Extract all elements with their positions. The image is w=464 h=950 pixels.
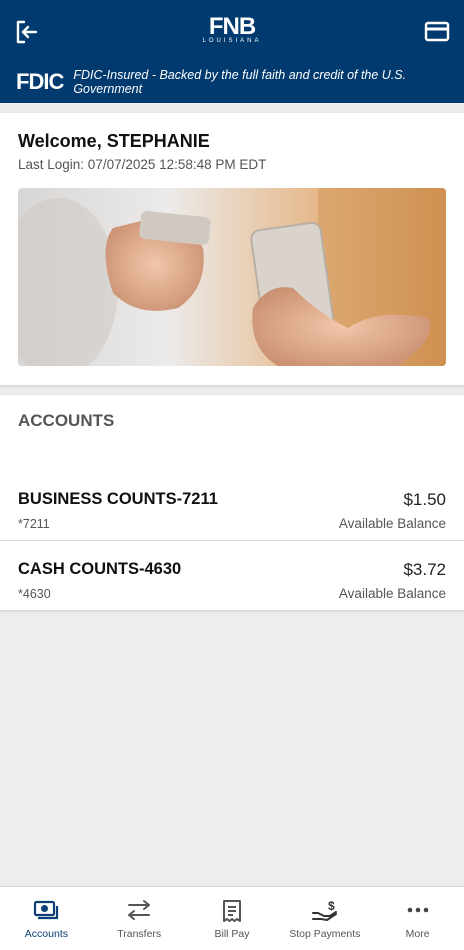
welcome-title: Welcome, STEPHANIE — [18, 131, 210, 151]
fdic-disclaimer: FDIC-Insured - Backed by the full faith … — [73, 68, 407, 96]
account-number: *4630 — [18, 587, 51, 601]
balance-label: Available Balance — [338, 586, 446, 601]
nav-label: Stop Payments — [289, 928, 361, 940]
balance-label: Available Balance — [338, 516, 446, 531]
nav-label: Accounts — [24, 928, 68, 940]
account-name: BUSINESS COUNTS-7211 — [18, 490, 218, 508]
hero-image — [18, 188, 446, 366]
card-icon[interactable] — [424, 20, 450, 44]
more-icon — [407, 907, 428, 913]
stop-payments-icon: $ — [311, 899, 337, 921]
account-name: CASH COUNTS-4630 — [18, 560, 182, 578]
accounts-section: ACCOUNTS BUSINESS COUNTS-7211 *7211 $1.5… — [0, 395, 464, 610]
nav-transfers[interactable]: Transfers — [93, 887, 186, 950]
nav-stop-payments[interactable]: $ Stop Payments — [278, 887, 371, 950]
accounts-heading: ACCOUNTS — [18, 411, 115, 430]
svg-text:$: $ — [328, 899, 335, 913]
account-row[interactable]: BUSINESS COUNTS-7211 *7211 $1.50 Availab… — [0, 470, 464, 540]
transfers-icon — [128, 900, 151, 920]
account-balance: $1.50 — [403, 490, 446, 509]
nav-accounts[interactable]: Accounts — [0, 887, 93, 950]
account-balance: $3.72 — [403, 560, 446, 579]
logo-subtext: LOUISIANA — [202, 38, 262, 44]
bottom-nav: Accounts Transfers Bill Pay $ Stop Payme… — [0, 886, 464, 950]
nav-label: Transfers — [117, 928, 162, 940]
nav-more[interactable]: More — [371, 887, 464, 950]
accounts-icon — [34, 900, 59, 920]
app-header: FNB LOUISIANA FDIC FDIC-Insured - Backed… — [0, 0, 464, 103]
nav-bill-pay[interactable]: Bill Pay — [186, 887, 279, 950]
bank-logo: FNB LOUISIANA — [0, 13, 464, 45]
account-row[interactable]: CASH COUNTS-4630 *4630 $3.72 Available B… — [0, 540, 464, 610]
welcome-card: Welcome, STEPHANIE Last Login: 07/07/202… — [0, 113, 464, 385]
logo-text: FNB — [208, 13, 256, 40]
nav-label: More — [405, 928, 430, 940]
fdic-logo: FDIC — [16, 69, 64, 94]
bill-pay-icon — [222, 900, 241, 922]
last-login: Last Login: 07/07/2025 12:58:48 PM EDT — [18, 157, 267, 172]
fdic-banner: FDIC FDIC-Insured - Backed by the full f… — [16, 68, 464, 96]
account-number: *7211 — [18, 517, 50, 531]
nav-label: Bill Pay — [214, 928, 250, 940]
